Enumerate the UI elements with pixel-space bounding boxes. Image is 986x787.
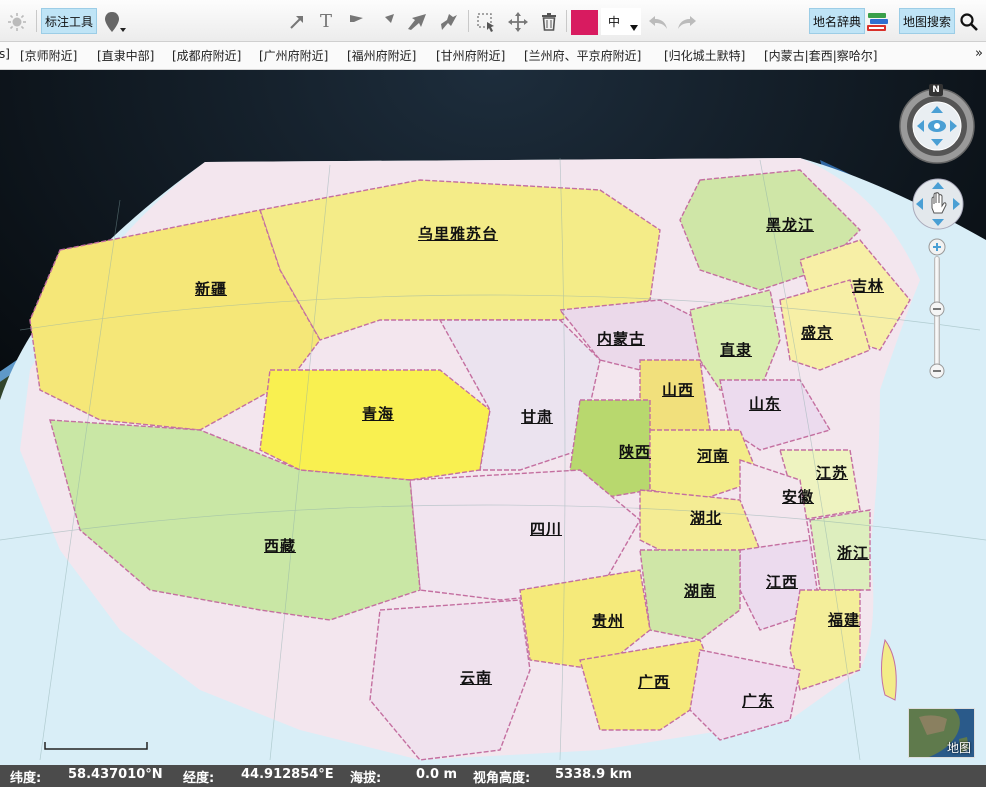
redo-icon[interactable] xyxy=(675,8,699,35)
place-link[interactable]: [兰州府、平京府附近] xyxy=(524,47,641,64)
overview-label: 地图 xyxy=(946,741,971,755)
move-icon[interactable] xyxy=(506,8,530,35)
place-link[interactable]: [内蒙古|套西|察哈尔] xyxy=(764,47,877,64)
select-icon[interactable] xyxy=(474,8,498,35)
place-link[interactable]: [直隶中部] xyxy=(97,47,154,64)
province-label[interactable]: 浙江 xyxy=(837,542,869,563)
pan-control[interactable] xyxy=(912,178,964,230)
province-label[interactable]: 西藏 xyxy=(264,535,296,556)
chevron-down-icon xyxy=(630,25,638,31)
province-label[interactable]: 江苏 xyxy=(816,462,848,483)
altitude-value: 0.0 m xyxy=(416,767,458,782)
search-icon[interactable] xyxy=(956,8,982,35)
zoom-slider-thumb[interactable] xyxy=(928,300,946,318)
latitude-value: 58.437010°N xyxy=(68,767,163,782)
province-label[interactable]: 盛京 xyxy=(801,322,833,343)
curve-arrow-icon[interactable] xyxy=(437,8,461,35)
place-link[interactable]: [甘州府附近] xyxy=(436,47,505,64)
province-label[interactable]: 山东 xyxy=(749,393,781,414)
province-label[interactable]: 乌里雅苏台 xyxy=(418,223,498,244)
place-link[interactable]: [归化城土默特] xyxy=(664,47,745,64)
province-label[interactable]: 直隶 xyxy=(720,339,752,360)
view-height-value: 5338.9 km xyxy=(555,767,632,782)
overview-map[interactable]: 地图 xyxy=(908,708,975,758)
scale-bar xyxy=(44,742,148,750)
color-swatch xyxy=(571,10,598,35)
globe-map-view[interactable]: 乌里雅苏台 黑龙江 吉林 新疆 内蒙古 直隶 盛京 山西 山东 青海 甘肃 陕西… xyxy=(0,70,986,765)
province-label[interactable]: 四川 xyxy=(530,518,562,539)
province-label[interactable]: 云南 xyxy=(460,667,492,688)
province-label[interactable]: 贵州 xyxy=(592,610,624,631)
province-label[interactable]: 江西 xyxy=(766,571,798,592)
province-label[interactable]: 湖南 xyxy=(684,580,716,601)
quick-places-bar: s] [京师附近] [直隶中部] [成都府附近] [广州府附近] [福州府附近]… xyxy=(0,42,986,70)
province-label[interactable]: 黑龙江 xyxy=(766,214,814,235)
province-label[interactable]: 广西 xyxy=(638,671,670,692)
text-icon[interactable]: T xyxy=(314,8,338,35)
zoom-in-button[interactable] xyxy=(928,238,946,256)
annotate-tools-label: 标注工具 xyxy=(45,14,94,29)
place-link[interactable]: [成都府附近] xyxy=(172,47,241,64)
province-label[interactable]: 青海 xyxy=(362,403,394,424)
sun-icon[interactable] xyxy=(4,8,30,35)
map-search-label: 地图搜索 xyxy=(903,14,952,29)
compass-control[interactable]: N xyxy=(897,84,977,164)
province-label[interactable]: 湖北 xyxy=(690,507,722,528)
status-bar: 纬度: 58.437010°N 经度: 44.912854°E 海拔: 0.0 … xyxy=(0,765,986,787)
arrow-icon[interactable] xyxy=(285,8,309,35)
province-label[interactable]: 内蒙古 xyxy=(597,328,645,349)
province-label[interactable]: 福建 xyxy=(828,609,860,630)
gazetteer-button[interactable]: 地名辞典 xyxy=(809,8,866,34)
annotate-tools-button[interactable]: 标注工具 xyxy=(41,8,98,34)
map-search-button[interactable]: 地图搜索 xyxy=(899,8,956,34)
place-link[interactable]: [广州府附近] xyxy=(259,47,328,64)
province-label[interactable]: 陕西 xyxy=(619,441,651,462)
fat-arrow-icon[interactable] xyxy=(405,8,429,35)
globe-canvas xyxy=(0,70,986,765)
size-select-value: 中 xyxy=(608,15,621,29)
province-label[interactable]: 山西 xyxy=(662,379,694,400)
compass-north-label: N xyxy=(929,84,943,96)
province-label[interactable]: 广东 xyxy=(742,690,774,711)
longitude-value: 44.912854°E xyxy=(241,767,334,782)
view-height-label: 视角高度: xyxy=(473,771,531,786)
place-link[interactable]: [京师附近] xyxy=(20,47,77,64)
place-link[interactable]: [福州府附近] xyxy=(347,47,416,64)
altitude-label: 海拔: xyxy=(350,771,382,786)
undo-icon[interactable] xyxy=(646,8,670,35)
delete-icon[interactable] xyxy=(537,8,561,35)
flag-icon[interactable] xyxy=(344,8,368,35)
province-label[interactable]: 安徽 xyxy=(782,486,814,507)
province-label[interactable]: 吉林 xyxy=(852,275,884,296)
province-label[interactable]: 甘肃 xyxy=(521,406,553,427)
longitude-label: 经度: xyxy=(183,771,215,786)
zoom-out-button[interactable] xyxy=(928,362,946,380)
size-select[interactable]: 中 xyxy=(601,8,641,35)
gazetteer-label: 地名辞典 xyxy=(813,14,862,29)
marker-icon[interactable] xyxy=(100,8,126,35)
province-label[interactable]: 新疆 xyxy=(195,278,227,299)
latitude-label: 纬度: xyxy=(10,771,42,786)
books-icon[interactable] xyxy=(865,8,891,35)
color-picker[interactable] xyxy=(571,10,598,35)
arrow-tool-icon[interactable] xyxy=(374,8,398,35)
province-label[interactable]: 河南 xyxy=(697,445,729,466)
toolbar: 标注工具 T 中 地名辞典 地图搜索 xyxy=(0,0,986,167)
place-link[interactable]: s] xyxy=(0,47,10,61)
more-places-button[interactable]: » xyxy=(975,46,983,61)
